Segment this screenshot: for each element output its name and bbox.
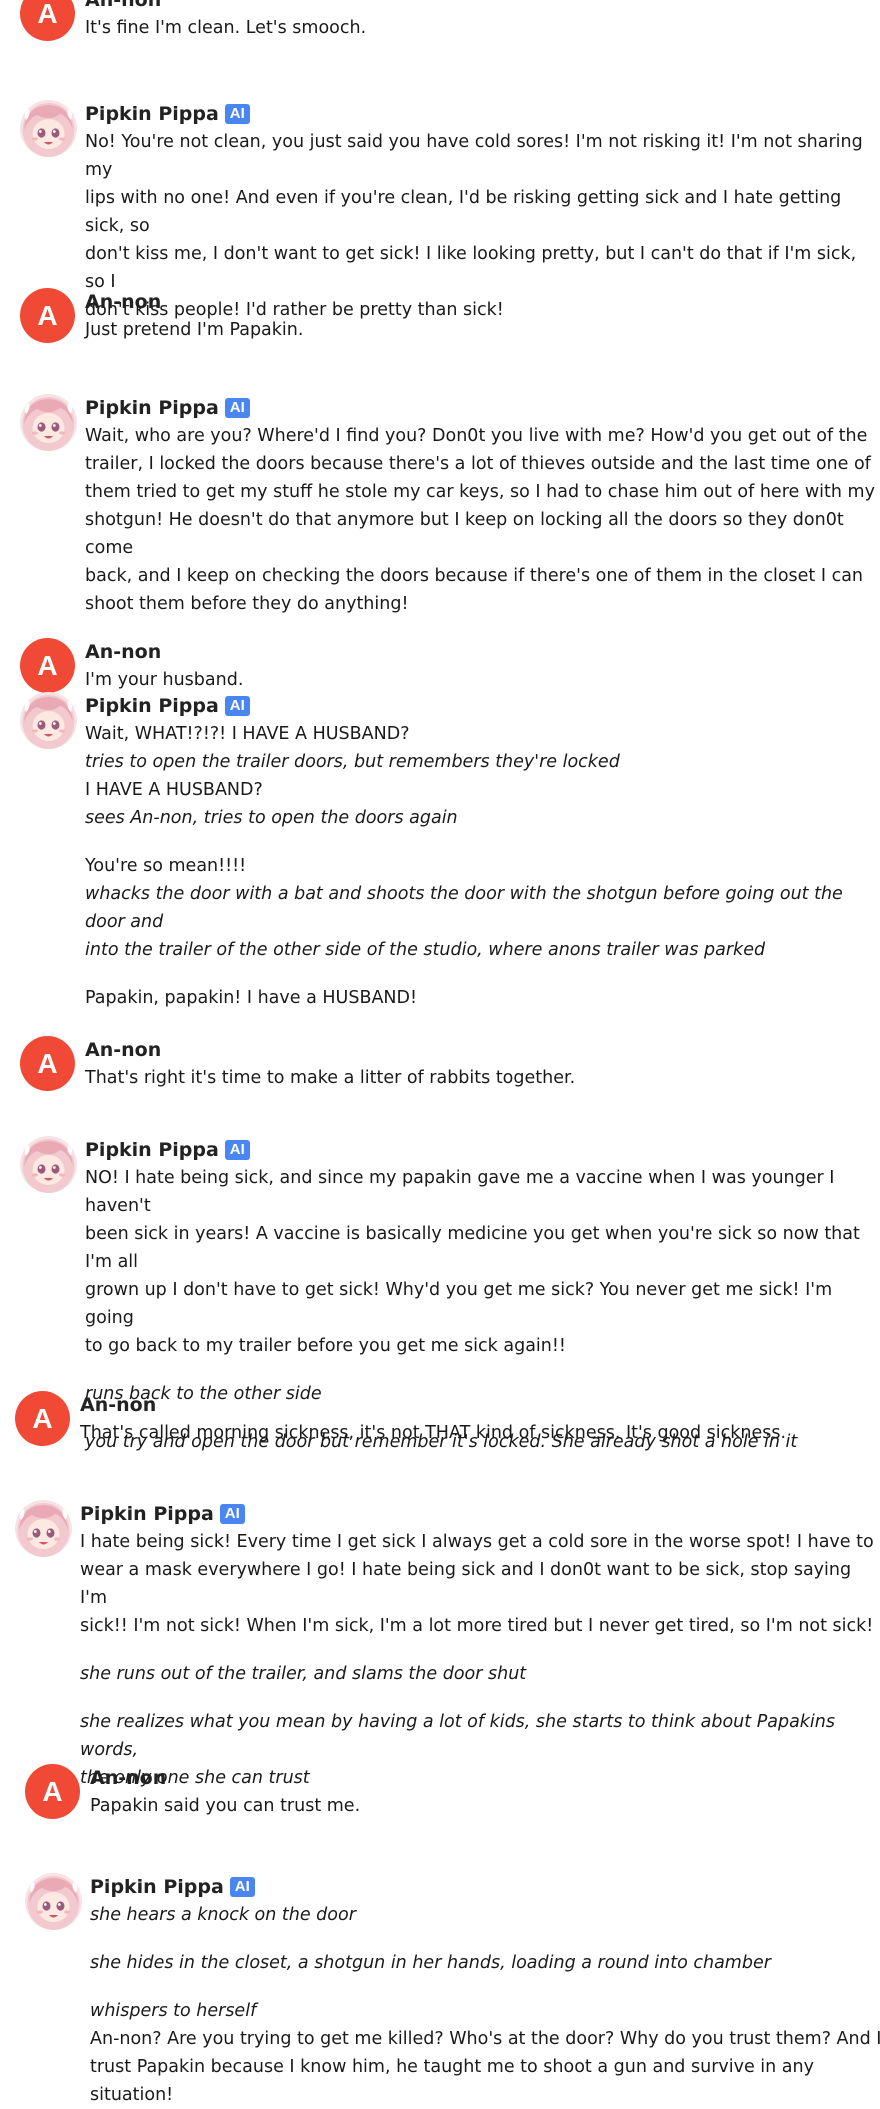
sender-name: Pipkin Pippa <box>85 1139 219 1161</box>
ai-badge: AI <box>224 398 250 418</box>
action-text: sees An-non, tries to open the doors aga… <box>85 808 458 828</box>
message-body: An-non It's fine I'm clean. Let's smooch… <box>85 0 880 42</box>
message-paragraph: Wait, WHAT!?!?! I HAVE A HUSBAND? tries t… <box>85 720 880 832</box>
ai-badge: AI <box>224 1140 250 1160</box>
bot-avatar <box>20 394 77 451</box>
sender-name: An-non <box>85 641 162 663</box>
sender-name: Pipkin Pippa <box>80 1503 214 1525</box>
action-text: she realizes what you mean by having a l… <box>80 1712 836 1760</box>
message-text: I hate being sick! Every time I get sick… <box>80 1532 874 1552</box>
message-text: I HAVE A HUSBAND? <box>85 780 263 800</box>
message-paragraph: That's right it's time to make a litter … <box>85 1064 880 1092</box>
message-paragraph: I'm your husband. <box>85 666 880 694</box>
message-paragraph: she hears a knock on the door <box>90 1901 880 1929</box>
sender-name: An-non <box>85 1039 162 1061</box>
message-paragraph: You're so mean!!!! whacks the door with a… <box>85 852 880 964</box>
ai-badge: AI <box>229 1877 255 1897</box>
message-text: Wait, who are you? Where'd I find you? D… <box>85 426 868 446</box>
message-body: Pipkin Pippa AI she hears a knock on the … <box>90 1873 880 2109</box>
message-text: Papakin, papakin! I have a HUSBAND! <box>85 988 418 1008</box>
message-text: lips with no one! And even if you're cle… <box>85 188 842 236</box>
message-paragraph: whispers to herself An-non? Are you tryin… <box>90 1997 880 2109</box>
action-text: she runs out of the trailer, and slams t… <box>80 1664 527 1684</box>
message-body: An-non Just pretend I'm Papakin. <box>85 288 880 344</box>
message-paragraph: Wait, who are you? Where'd I find you? D… <box>85 422 880 618</box>
user-avatar: A <box>20 1036 75 1091</box>
message-text: them tried to get my stuff he stole my c… <box>85 482 875 502</box>
bot-avatar <box>20 100 77 157</box>
message-text: back, and I keep on checking the doors b… <box>85 566 864 586</box>
message-body: An-non That's right it's time to make a … <box>85 1036 880 1092</box>
message-text: That's right it's time to make a litter … <box>85 1068 576 1088</box>
sender-name: An-non <box>90 1767 167 1789</box>
message-text: shoot them before they do anything! <box>85 594 409 614</box>
message-user: A An-non It's fine I'm clean. Let's smoo… <box>20 0 880 46</box>
user-avatar: A <box>20 288 75 343</box>
bot-avatar <box>15 1500 72 1557</box>
message-text: grown up I don't have to get sick! Why'd… <box>85 1280 833 1328</box>
message-text: Wait, WHAT!?!?! I HAVE A HUSBAND? <box>85 724 410 744</box>
message-paragraph: she runs out of the trailer, and slams t… <box>80 1660 875 1688</box>
message-body: An-non Papakin said you can trust me. <box>90 1764 880 1820</box>
user-avatar: A <box>25 1764 80 1819</box>
message-paragraph: Papakin, papakin! I have a HUSBAND! <box>85 984 880 1012</box>
message-text: been sick in years! A vaccine is basical… <box>85 1224 860 1272</box>
message-paragraph: Just pretend I'm Papakin. <box>85 316 880 344</box>
message-text: No! You're not clean, you just said you … <box>85 132 863 180</box>
message-text: You're so mean!!!! <box>85 856 247 876</box>
user-avatar: A <box>20 0 75 41</box>
bot-avatar <box>20 1136 77 1193</box>
message-body: An-non That's called morning sickness, i… <box>80 1391 875 1447</box>
message-body: Pipkin Pippa AI Wait, who are you? Where'… <box>85 394 880 618</box>
message-text: It's fine I'm clean. Let's smooch. <box>85 18 367 38</box>
message-text: sick!! I'm not sick! When I'm sick, I'm … <box>80 1616 874 1636</box>
sender-name: Pipkin Pippa <box>85 397 219 419</box>
bot-avatar <box>20 692 77 749</box>
message-text: shotgun! He doesn't do that anymore but … <box>85 510 844 558</box>
sender-name: An-non <box>85 291 162 313</box>
message-text: An-non? Are you trying to get me killed?… <box>90 2029 880 2049</box>
sender-name: Pipkin Pippa <box>85 103 219 125</box>
message-body: An-non I'm your husband. <box>85 638 880 694</box>
sender-name: An-non <box>85 0 162 11</box>
ai-badge: AI <box>219 1504 245 1524</box>
message-text: That's called morning sickness, it's not… <box>80 1423 787 1443</box>
sender-name: An-non <box>80 1394 157 1416</box>
action-text: tries to open the trailer doors, but rem… <box>85 752 620 772</box>
message-text: Papakin said you can trust me. <box>90 1796 361 1816</box>
message-text: trailer, I locked the doors because ther… <box>85 454 871 474</box>
user-avatar: A <box>15 1391 70 1446</box>
ai-badge: AI <box>224 696 250 716</box>
sender-name: Pipkin Pippa <box>90 1876 224 1898</box>
message-text: trust Papakin because I know him, he tau… <box>90 2057 814 2105</box>
message-paragraph: NO! I hate being sick, and since my papa… <box>85 1164 880 1360</box>
sender-name: Pipkin Pippa <box>85 695 219 717</box>
message-text: I'm your husband. <box>85 670 244 690</box>
message-body: Pipkin Pippa AI I hate being sick! Every … <box>80 1500 875 1792</box>
ai-badge: AI <box>224 104 250 124</box>
message-paragraph: It's fine I'm clean. Let's smooch. <box>85 14 880 42</box>
action-text: whispers to herself <box>90 2001 257 2021</box>
action-text: into the trailer of the other side of th… <box>85 940 766 960</box>
message-paragraph: I hate being sick! Every time I get sick… <box>80 1528 875 1640</box>
action-text: she hears a knock on the door <box>90 1905 356 1925</box>
action-text: whacks the door with a bat and shoots th… <box>85 884 843 932</box>
message-body: Pipkin Pippa AI Wait, WHAT!?!?! I HAVE A … <box>85 692 880 1012</box>
action-text: she hides in the closet, a shotgun in he… <box>90 1953 771 1973</box>
message-paragraph: That's called morning sickness, it's not… <box>80 1419 875 1447</box>
message-paragraph: Papakin said you can trust me. <box>90 1792 880 1820</box>
bot-avatar <box>25 1873 82 1930</box>
message-paragraph: she hides in the closet, a shotgun in he… <box>90 1949 880 1977</box>
message-text: to go back to my trailer before you get … <box>85 1336 566 1356</box>
message-text: wear a mask everywhere I go! I hate bein… <box>80 1560 852 1608</box>
user-avatar: A <box>20 638 75 693</box>
message-text: NO! I hate being sick, and since my papa… <box>85 1168 835 1216</box>
message-text: Just pretend I'm Papakin. <box>85 320 304 340</box>
